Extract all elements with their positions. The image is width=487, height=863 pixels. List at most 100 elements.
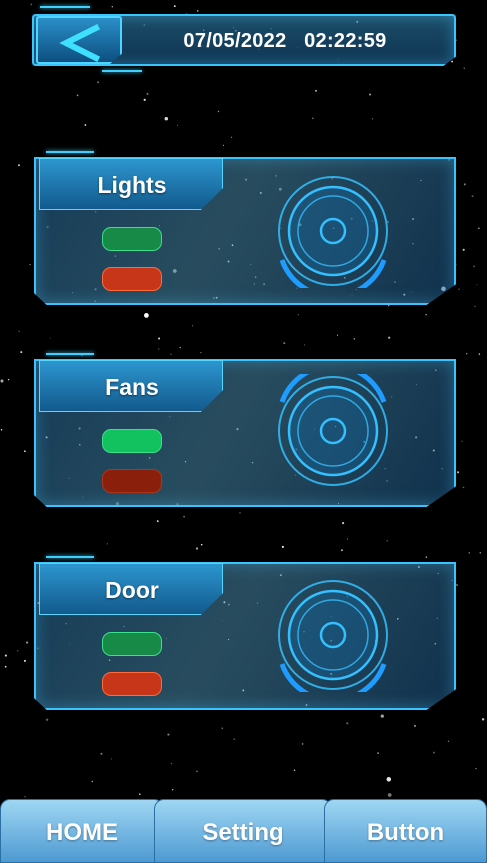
star [173, 5, 176, 8]
button-button[interactable]: Button [324, 799, 487, 863]
lights-off-button[interactable] [102, 267, 162, 291]
star [20, 351, 23, 354]
fans-dial[interactable] [276, 374, 390, 488]
star [311, 117, 314, 120]
panel-decoration [46, 353, 94, 355]
star [315, 89, 317, 92]
star [217, 110, 220, 113]
star [18, 164, 20, 167]
star [413, 724, 417, 727]
door-on-button[interactable] [102, 632, 162, 656]
star [171, 788, 174, 791]
star [4, 654, 7, 657]
star [368, 93, 372, 96]
star [18, 330, 20, 333]
back-button[interactable] [36, 16, 122, 64]
star [144, 313, 149, 318]
panel-tab-fans: Fans [39, 360, 223, 412]
star [481, 718, 485, 721]
star [476, 284, 478, 286]
star [474, 305, 476, 307]
star [158, 348, 160, 350]
star [473, 265, 475, 268]
star [157, 520, 159, 523]
star [223, 144, 224, 146]
panel-tab-lights: Lights [39, 158, 223, 210]
star [146, 92, 149, 95]
star [177, 124, 179, 126]
star [167, 733, 170, 736]
star [462, 486, 465, 489]
star [81, 355, 83, 357]
header-decoration [40, 6, 90, 8]
time-text: 02:22:59 [304, 30, 387, 52]
date-text: 07/05/2022 [183, 30, 287, 52]
star [230, 136, 233, 138]
fans-off-button[interactable] [102, 469, 162, 493]
star [233, 738, 235, 740]
star [340, 549, 343, 552]
star [4, 665, 7, 668]
chevron-left-icon [59, 24, 101, 62]
star [461, 440, 463, 442]
star [7, 378, 10, 381]
star [30, 3, 33, 6]
star [457, 471, 460, 474]
star [346, 538, 348, 540]
star [191, 325, 193, 327]
star [463, 67, 465, 69]
home-button[interactable]: HOME [0, 799, 164, 863]
star [24, 450, 26, 453]
star [170, 353, 172, 356]
lights-dial[interactable] [276, 174, 390, 288]
star [425, 313, 427, 316]
star [17, 650, 19, 652]
star [143, 98, 146, 101]
fans-on-button[interactable] [102, 429, 162, 453]
star [221, 727, 223, 729]
device-title: Door [105, 577, 159, 603]
star [297, 314, 299, 316]
star [281, 545, 284, 548]
star [111, 5, 114, 8]
panel-decoration [46, 151, 94, 153]
device-title: Lights [97, 172, 167, 198]
star [447, 740, 450, 742]
star [24, 796, 26, 798]
star [386, 540, 388, 542]
panel-tab-door: Door [39, 563, 223, 615]
star [342, 522, 345, 525]
door-dial[interactable] [276, 578, 390, 692]
star [451, 60, 454, 63]
star [353, 337, 356, 340]
star [179, 346, 181, 349]
star [468, 552, 471, 554]
star [84, 124, 87, 126]
star [0, 429, 3, 431]
star [377, 752, 379, 754]
door-off-button[interactable] [102, 672, 162, 696]
star [471, 195, 474, 198]
star [455, 583, 459, 587]
star [283, 342, 286, 345]
device-title: Fans [105, 374, 159, 400]
star [138, 793, 141, 796]
star [170, 762, 173, 765]
setting-button[interactable]: Setting [154, 799, 332, 863]
star [478, 353, 481, 355]
star [23, 659, 26, 662]
star [303, 344, 305, 346]
star [388, 336, 391, 339]
star [337, 334, 339, 336]
star [386, 777, 392, 782]
star [158, 337, 161, 340]
star [76, 94, 79, 97]
star [372, 118, 374, 120]
lights-on-button[interactable] [102, 227, 162, 251]
star [380, 714, 384, 718]
star [200, 352, 202, 354]
star [111, 758, 113, 760]
star [164, 116, 169, 121]
star [91, 780, 94, 783]
star [196, 770, 198, 772]
